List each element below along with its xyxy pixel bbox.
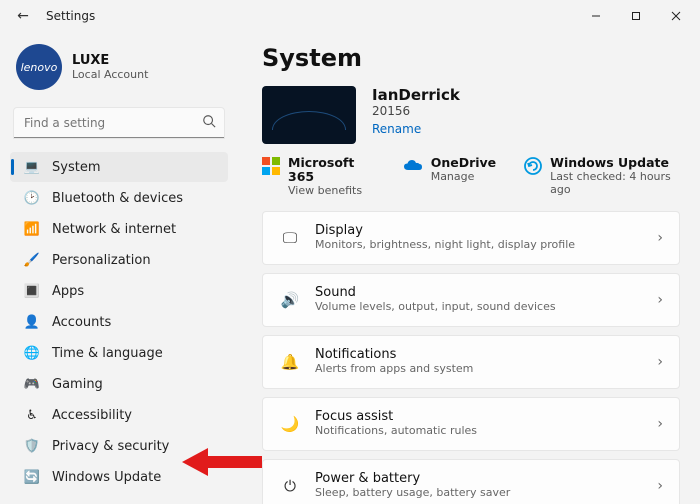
nav-icon: 🔳 [24, 283, 40, 299]
card-sub: Volume levels, output, input, sound devi… [315, 300, 657, 313]
profile-sub: Local Account [72, 68, 148, 81]
onedrive-icon [403, 156, 423, 176]
device-block: IanDerrick 20156 Rename [262, 86, 680, 144]
settings-card-sound[interactable]: 🔊 Sound Volume levels, output, input, so… [262, 273, 680, 327]
profile-name: LUXE [72, 53, 148, 68]
sidebar-item-privacy-security[interactable]: 🛡️ Privacy & security [10, 431, 228, 461]
nav-label: Accounts [52, 315, 111, 330]
nav-label: Bluetooth & devices [52, 191, 183, 206]
minimize-button[interactable] [576, 2, 616, 30]
nav-label: Accessibility [52, 408, 132, 423]
card-icon: 🌙 [279, 415, 301, 433]
card-sub: Monitors, brightness, night light, displ… [315, 238, 657, 251]
close-button[interactable] [656, 2, 696, 30]
nav-label: Time & language [52, 346, 163, 361]
maximize-button[interactable] [616, 2, 656, 30]
nav-label: Privacy & security [52, 439, 169, 454]
search-wrap [14, 108, 224, 138]
status-ms365[interactable]: Microsoft 365 View benefits [262, 156, 375, 197]
nav-icon: 🖌️ [24, 252, 40, 268]
chevron-right-icon: › [657, 478, 663, 494]
device-name: IanDerrick [372, 86, 460, 104]
nav-label: Network & internet [52, 222, 176, 237]
nav-icon: 💻 [24, 159, 40, 175]
device-model: 20156 [372, 104, 460, 118]
titlebar: ← Settings [0, 0, 700, 32]
nav-icon: ♿ [24, 407, 40, 423]
chevron-right-icon: › [657, 354, 663, 370]
microsoft-logo-icon [262, 156, 280, 176]
page-heading: System [262, 44, 680, 72]
sidebar: lenovo LUXE Local Account 💻 System 🕑 Blueto… [0, 32, 238, 504]
status-sub: View benefits [288, 184, 375, 197]
sidebar-item-network-internet[interactable]: 📶 Network & internet [10, 214, 228, 244]
settings-card-display[interactable]: 🖵 Display Monitors, brightness, night li… [262, 211, 680, 265]
profile-block[interactable]: lenovo LUXE Local Account [10, 38, 228, 100]
chevron-right-icon: › [657, 292, 663, 308]
back-button[interactable]: ← [4, 8, 42, 24]
window-title: Settings [46, 9, 95, 23]
card-title: Display [315, 224, 657, 239]
device-thumbnail [262, 86, 356, 144]
avatar: lenovo [16, 44, 62, 90]
card-title: Focus assist [315, 410, 657, 425]
status-title: Microsoft 365 [288, 156, 375, 184]
card-title: Sound [315, 286, 657, 301]
status-sub: Last checked: 4 hours ago [550, 170, 680, 196]
main: System IanDerrick 20156 Rename Microsoft… [238, 32, 700, 504]
settings-card-power-battery[interactable]: ⏻ Power & battery Sleep, battery usage, … [262, 459, 680, 504]
card-sub: Sleep, battery usage, battery saver [315, 486, 657, 499]
nav-icon: 🕑 [24, 190, 40, 206]
card-sub: Notifications, automatic rules [315, 424, 657, 437]
sidebar-item-accounts[interactable]: 👤 Accounts [10, 307, 228, 337]
search-icon [202, 114, 216, 132]
sidebar-item-personalization[interactable]: 🖌️ Personalization [10, 245, 228, 275]
sidebar-item-bluetooth-devices[interactable]: 🕑 Bluetooth & devices [10, 183, 228, 213]
nav-icon: 🔄 [24, 469, 40, 485]
sidebar-item-gaming[interactable]: 🎮 Gaming [10, 369, 228, 399]
card-title: Notifications [315, 348, 657, 363]
card-sub: Alerts from apps and system [315, 362, 657, 375]
update-icon [524, 156, 542, 176]
nav-label: System [52, 160, 100, 175]
card-icon: 🖵 [279, 229, 301, 247]
nav-icon: 🛡️ [24, 438, 40, 454]
nav-label: Windows Update [52, 470, 161, 485]
status-row: Microsoft 365 View benefits OneDrive Man… [262, 156, 680, 197]
settings-card-notifications[interactable]: 🔔 Notifications Alerts from apps and sys… [262, 335, 680, 389]
sidebar-item-apps[interactable]: 🔳 Apps [10, 276, 228, 306]
nav-icon: 📶 [24, 221, 40, 237]
nav-icon: 👤 [24, 314, 40, 330]
sidebar-item-system[interactable]: 💻 System [10, 152, 228, 182]
rename-link[interactable]: Rename [372, 122, 421, 136]
card-icon: ⏻ [279, 477, 301, 495]
settings-list: 🖵 Display Monitors, brightness, night li… [262, 211, 680, 504]
nav-label: Gaming [52, 377, 103, 392]
sidebar-item-time-language[interactable]: 🌐 Time & language [10, 338, 228, 368]
nav: 💻 System 🕑 Bluetooth & devices 📶 Network & in… [10, 152, 228, 492]
chevron-right-icon: › [657, 230, 663, 246]
sidebar-item-accessibility[interactable]: ♿ Accessibility [10, 400, 228, 430]
card-icon: 🔊 [279, 291, 301, 309]
card-title: Power & battery [315, 472, 657, 487]
status-onedrive[interactable]: OneDrive Manage [403, 156, 496, 197]
search-input[interactable] [14, 108, 224, 138]
nav-label: Personalization [52, 253, 151, 268]
status-title: Windows Update [550, 156, 680, 170]
nav-icon: 🎮 [24, 376, 40, 392]
nav-icon: 🌐 [24, 345, 40, 361]
sidebar-item-windows-update[interactable]: 🔄 Windows Update [10, 462, 228, 492]
settings-card-focus-assist[interactable]: 🌙 Focus assist Notifications, automatic … [262, 397, 680, 451]
nav-label: Apps [52, 284, 84, 299]
card-icon: 🔔 [279, 353, 301, 371]
status-update[interactable]: Windows Update Last checked: 4 hours ago [524, 156, 680, 197]
chevron-right-icon: › [657, 416, 663, 432]
status-title: OneDrive [431, 156, 496, 170]
status-sub: Manage [431, 170, 496, 183]
